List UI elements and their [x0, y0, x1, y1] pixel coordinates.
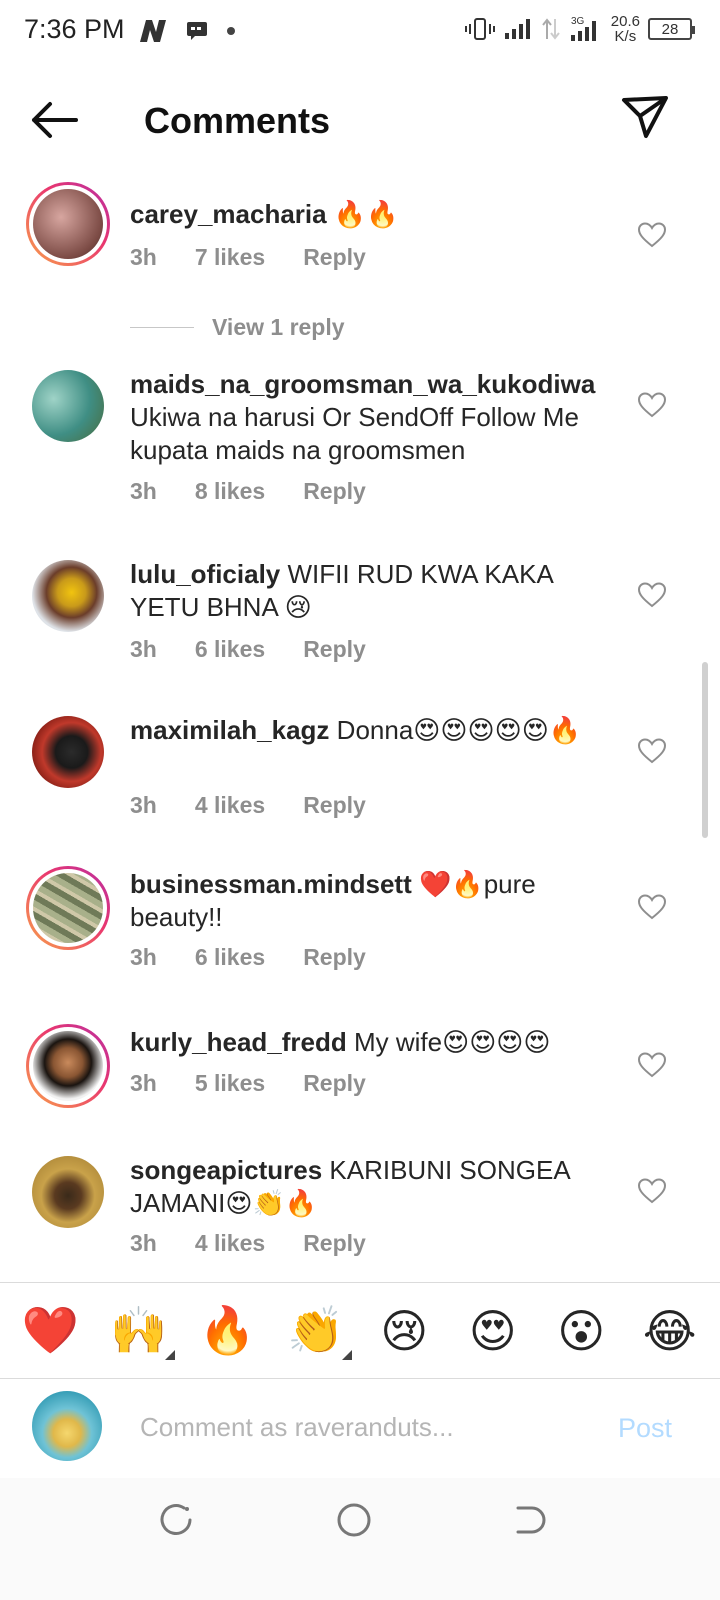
system-nav-bar [0, 1478, 720, 1600]
emoji-heart-eyes-button[interactable]: 😍 [461, 1304, 525, 1358]
comment-time: 3h [130, 478, 157, 504]
comment-username[interactable]: maximilah_kagz [130, 715, 329, 745]
emoji-fire-button[interactable]: 🔥 [195, 1303, 259, 1358]
like-heart-icon[interactable] [638, 1178, 666, 1204]
signal-icon [504, 19, 530, 39]
n-logo-icon [140, 20, 166, 42]
comment-text: Ukiwa na harusi Or SendOff Follow Me kup… [130, 402, 579, 465]
like-heart-icon[interactable] [638, 738, 666, 764]
comment-time: 3h [130, 636, 157, 662]
view-replies-button[interactable]: View 1 reply [130, 314, 345, 341]
page-title: Comments [144, 100, 331, 141]
comment-text: Donna😍😍😍😍😍🔥 [336, 715, 582, 745]
comment-username[interactable]: businessman.mindsett [130, 869, 412, 899]
comment-time: 3h [130, 944, 157, 970]
emoji-heart-button[interactable]: ❤️ [18, 1303, 82, 1358]
emoji-quick-bar: ❤️ 🙌 🔥 👏 😢 😍 😮 😂 [0, 1282, 720, 1378]
avatar[interactable] [32, 560, 104, 632]
comment-time: 3h [130, 792, 157, 818]
like-heart-icon[interactable] [638, 894, 666, 920]
skin-tone-indicator-icon [341, 1350, 352, 1360]
status-time: 7:36 PM [24, 14, 125, 44]
vibrate-icon [464, 18, 495, 40]
back-nav-icon[interactable] [510, 1500, 550, 1540]
avatar[interactable] [32, 1391, 102, 1461]
comment-username[interactable]: maids_na_groomsman_wa_kukodiwa [130, 369, 595, 399]
skin-tone-indicator-icon [164, 1350, 175, 1360]
comment-time: 3h [130, 1230, 157, 1256]
comment-username[interactable]: songeapictures [130, 1155, 322, 1185]
avatar[interactable] [26, 182, 110, 266]
comment-likes[interactable]: 7 likes [195, 244, 265, 271]
emoji-laughing-button[interactable]: 😂 [638, 1304, 702, 1358]
send-direct-icon[interactable] [620, 94, 670, 140]
like-heart-icon[interactable] [638, 222, 666, 248]
comment-likes[interactable]: 4 likes [195, 792, 265, 819]
home-nav-icon[interactable] [334, 1500, 374, 1540]
comment-likes[interactable]: 6 likes [195, 944, 265, 971]
reply-button[interactable]: Reply [303, 1070, 366, 1097]
reply-button[interactable]: Reply [303, 792, 366, 819]
dot-icon [227, 27, 235, 35]
reply-button[interactable]: Reply [303, 944, 366, 971]
reply-button[interactable]: Reply [303, 244, 366, 271]
back-arrow-icon[interactable] [28, 96, 80, 144]
recents-nav-icon[interactable] [156, 1500, 196, 1540]
reply-button[interactable]: Reply [303, 478, 366, 505]
comment-likes[interactable]: 5 likes [195, 1070, 265, 1097]
avatar[interactable] [26, 1024, 110, 1108]
comment-likes[interactable]: 8 likes [195, 478, 265, 505]
svg-text:3G: 3G [571, 16, 585, 27]
comment-username[interactable]: carey_macharia [130, 199, 327, 229]
comment-username[interactable]: lulu_oficialy [130, 559, 280, 589]
avatar[interactable] [32, 716, 104, 788]
emoji-surprised-button[interactable]: 😮 [549, 1304, 613, 1358]
avatar[interactable] [32, 370, 104, 442]
like-heart-icon[interactable] [638, 582, 666, 608]
reply-button[interactable]: Reply [303, 636, 366, 663]
reply-button[interactable]: Reply [303, 1230, 366, 1257]
avatar[interactable] [32, 1156, 104, 1228]
comment-time: 3h [130, 244, 157, 270]
signal-3g-icon: 3G [570, 16, 596, 41]
comment-text: 🔥🔥 [333, 199, 399, 229]
like-heart-icon[interactable] [638, 392, 666, 418]
net-speed: 20.6 K/s [610, 13, 640, 45]
comment-input[interactable] [140, 1405, 580, 1449]
emoji-crying-button[interactable]: 😢 [372, 1304, 436, 1358]
comment-likes[interactable]: 6 likes [195, 636, 265, 663]
avatar[interactable] [26, 866, 110, 950]
comment-composer: Post [0, 1378, 720, 1478]
header: Comments [0, 76, 720, 166]
data-transfer-icon [542, 18, 560, 40]
battery-icon: 28 [648, 18, 695, 40]
scrollbar[interactable] [702, 662, 708, 838]
comment-text: My wife😍😍😍😍 [353, 1027, 551, 1057]
like-heart-icon[interactable] [638, 1052, 666, 1078]
comment-time: 3h [130, 1070, 157, 1096]
comment-likes[interactable]: 4 likes [195, 1230, 265, 1257]
post-button[interactable]: Post [618, 1413, 672, 1444]
comment-username[interactable]: kurly_head_fredd [130, 1027, 347, 1057]
status-bar: 7:36 PM 3G 20.6 K/s 28 [0, 0, 720, 66]
message-icon [187, 22, 207, 40]
emoji-clap-button[interactable]: 👏 [284, 1303, 352, 1360]
comments-list[interactable]: carey_macharia 🔥🔥 3h 7 likes Reply View … [0, 170, 720, 1308]
emoji-raised-hands-button[interactable]: 🙌 [107, 1303, 175, 1360]
